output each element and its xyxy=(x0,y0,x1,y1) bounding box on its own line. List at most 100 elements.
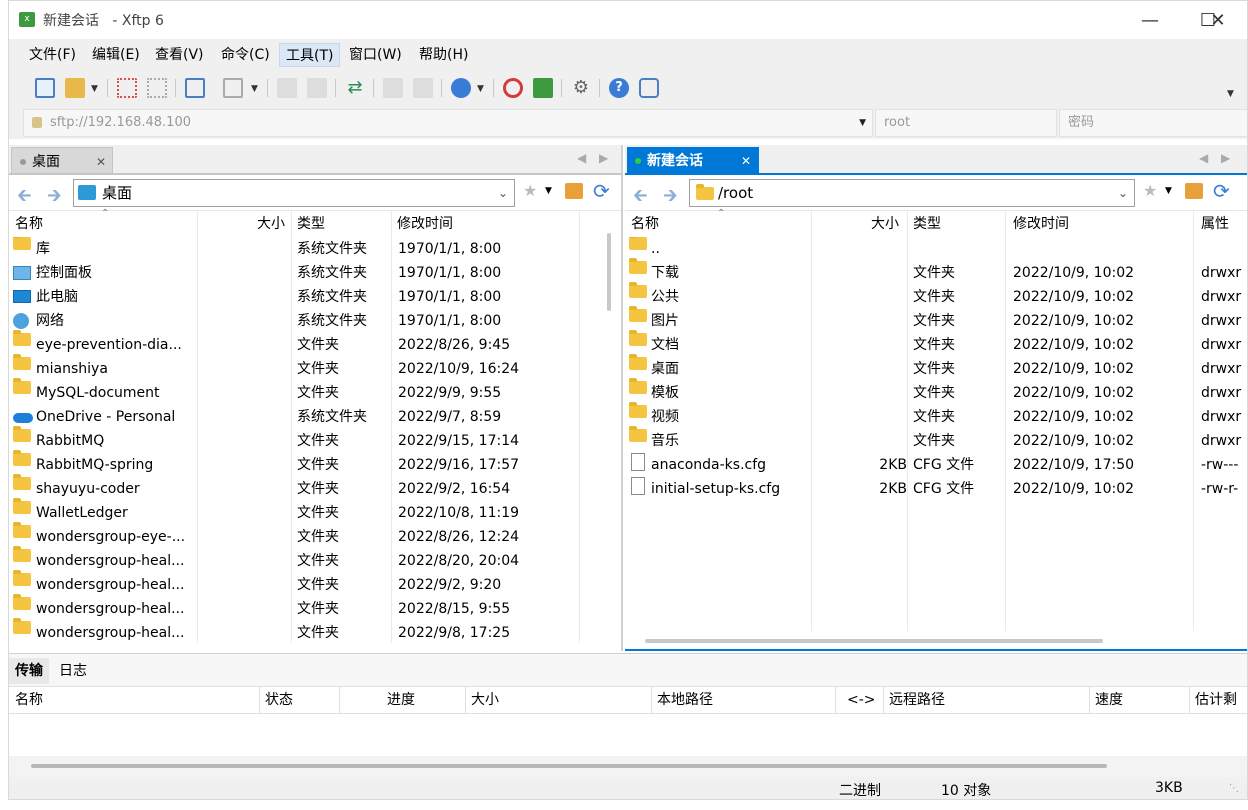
star-icon[interactable]: ★ xyxy=(523,181,537,200)
list-item[interactable]: anaconda-ks.cfg 2KB CFG 文件 2022/10/9, 17:50… xyxy=(625,453,1247,477)
view-icon[interactable] xyxy=(223,78,243,98)
list-item[interactable]: 控制面板 系统文件夹 1970/1/1, 8:00 xyxy=(9,261,609,285)
back-arrow-icon[interactable]: 🡰 xyxy=(633,183,648,213)
tab-log[interactable]: 日志 xyxy=(53,658,93,684)
tab-scroll-right-icon[interactable]: ▶ xyxy=(599,151,608,165)
gear-icon[interactable]: ⚙ xyxy=(571,78,591,98)
list-item[interactable]: 视频 文件夹 2022/10/9, 10:02 drwxr xyxy=(625,402,1247,429)
col-status[interactable]: 状态 xyxy=(265,687,293,713)
connect-icon[interactable] xyxy=(117,78,137,98)
col-mtime[interactable]: 修改时间 xyxy=(397,211,453,237)
copy-icon[interactable] xyxy=(277,78,297,98)
tab-scroll-left-icon[interactable]: ◀ xyxy=(577,151,586,165)
tab-desktop[interactable]: 桌面 ✕ xyxy=(11,147,113,175)
tab-scroll-right-icon[interactable]: ▶ xyxy=(1221,151,1230,165)
username-input[interactable]: root xyxy=(875,109,1057,137)
chevron-down-icon[interactable]: ▼ xyxy=(545,186,552,196)
transfer-hscrollbar-thumb[interactable] xyxy=(31,764,1107,768)
list-item[interactable]: WalletLedger 文件夹 2022/10/8, 11:19 xyxy=(9,498,609,525)
home-icon[interactable] xyxy=(1185,183,1203,199)
col-size[interactable]: 大小 xyxy=(471,687,499,713)
globe-icon[interactable] xyxy=(451,78,471,98)
col-eta[interactable]: 估计剩 xyxy=(1195,687,1237,713)
toolbar-overflow-icon[interactable]: ▼ xyxy=(1227,89,1234,99)
tab-new-session[interactable]: 新建会话 ✕ xyxy=(627,147,759,175)
transfer-icon[interactable]: ⇄ xyxy=(345,78,365,98)
refresh-icon[interactable]: ⟳ xyxy=(1213,179,1230,203)
list-item[interactable]: 下载 文件夹 2022/10/9, 10:02 drwxr xyxy=(625,258,1247,285)
menu-window[interactable]: 窗口(W) xyxy=(343,43,408,67)
list-item[interactable]: 库 系统文件夹 1970/1/1, 8:00 xyxy=(9,237,609,261)
list-item[interactable]: wondersgroup-heal... 文件夹 2022/8/15, 9:55 xyxy=(9,594,609,621)
list-item[interactable]: 公共 文件夹 2022/10/9, 10:02 drwxr xyxy=(625,282,1247,309)
col-remote-path[interactable]: 远程路径 xyxy=(889,687,945,713)
minimize-button[interactable]: — xyxy=(1121,1,1179,39)
col-name[interactable]: 名称 xyxy=(15,687,43,713)
col-progress[interactable]: 进度 xyxy=(387,687,415,713)
forward-arrow-icon[interactable]: 🡲 xyxy=(47,183,62,213)
list-item[interactable]: 模板 文件夹 2022/10/9, 10:02 drwxr xyxy=(625,378,1247,405)
list-item[interactable]: eye-prevention-dia... 文件夹 2022/8/26, 9:45 xyxy=(9,330,609,357)
paste-icon[interactable] xyxy=(307,78,327,98)
close-icon[interactable]: ✕ xyxy=(96,148,106,176)
list-item[interactable]: 桌面 文件夹 2022/10/9, 10:02 drwxr xyxy=(625,354,1247,381)
menu-help[interactable]: 帮助(H) xyxy=(413,43,474,67)
xftp-icon[interactable] xyxy=(533,78,553,98)
chevron-down-icon[interactable]: ▼ xyxy=(859,110,866,136)
new-session-icon[interactable] xyxy=(35,78,55,98)
list-item[interactable]: initial-setup-ks.cfg 2KB CFG 文件 2022/10/9, … xyxy=(625,477,1247,501)
menu-view[interactable]: 查看(V) xyxy=(149,43,210,67)
host-input[interactable]: sftp://192.168.48.100 ▼ xyxy=(23,109,873,137)
list-item[interactable]: MySQL-document 文件夹 2022/9/9, 9:55 xyxy=(9,378,609,405)
list-item[interactable]: 音乐 文件夹 2022/10/9, 10:02 drwxr xyxy=(625,426,1247,453)
list-item[interactable]: RabbitMQ 文件夹 2022/9/15, 17:14 xyxy=(9,426,609,453)
xshell-icon[interactable] xyxy=(503,78,523,98)
col-name[interactable]: 名称 xyxy=(15,211,43,237)
upload-icon[interactable] xyxy=(383,78,403,98)
refresh-icon[interactable]: ⟳ xyxy=(593,179,610,203)
back-arrow-icon[interactable]: 🡰 xyxy=(17,183,32,213)
password-input[interactable]: 密码 xyxy=(1059,109,1247,137)
col-direction[interactable]: <-> xyxy=(847,687,876,713)
list-item[interactable]: 网络 系统文件夹 1970/1/1, 8:00 xyxy=(9,309,609,333)
chevron-down-icon[interactable]: ▼ xyxy=(251,84,258,94)
menu-file[interactable]: 文件(F) xyxy=(23,43,82,67)
close-button[interactable]: ✕ xyxy=(1189,1,1247,39)
left-scrollbar-thumb[interactable] xyxy=(607,233,611,311)
list-item[interactable]: wondersgroup-heal... 文件夹 2022/8/20, 20:04 xyxy=(9,546,609,573)
forward-arrow-icon[interactable]: 🡲 xyxy=(663,183,678,213)
menu-tools[interactable]: 工具(T) xyxy=(279,43,341,67)
tab-transfer[interactable]: 传输 xyxy=(9,658,49,684)
download-icon[interactable] xyxy=(413,78,433,98)
close-icon[interactable]: ✕ xyxy=(741,147,751,175)
new-window-icon[interactable] xyxy=(185,78,205,98)
col-attr[interactable]: 属性 xyxy=(1201,211,1229,237)
col-mtime[interactable]: 修改时间 xyxy=(1013,211,1069,237)
disconnect-icon[interactable] xyxy=(147,78,167,98)
col-local-path[interactable]: 本地路径 xyxy=(657,687,713,713)
chevron-down-icon[interactable]: ▼ xyxy=(477,84,484,94)
open-session-icon[interactable] xyxy=(65,78,85,98)
col-type[interactable]: 类型 xyxy=(913,211,941,237)
menu-edit[interactable]: 编辑(E) xyxy=(86,43,146,67)
list-item[interactable]: 文档 文件夹 2022/10/9, 10:02 drwxr xyxy=(625,330,1247,357)
home-icon[interactable] xyxy=(565,183,583,199)
col-type[interactable]: 类型 xyxy=(297,211,325,237)
left-path-input[interactable]: 桌面 ⌄ xyxy=(73,179,515,207)
col-size[interactable]: 大小 xyxy=(257,211,285,237)
list-item[interactable]: 图片 文件夹 2022/10/9, 10:02 drwxr xyxy=(625,306,1247,333)
list-item[interactable]: wondersgroup-heal... 文件夹 2022/9/8, 17:25 xyxy=(9,618,609,645)
list-item[interactable]: 此电脑 系统文件夹 1970/1/1, 8:00 xyxy=(9,285,609,309)
list-item[interactable]: mianshiya 文件夹 2022/10/9, 16:24 xyxy=(9,354,609,381)
star-icon[interactable]: ★ xyxy=(1143,181,1157,200)
col-size[interactable]: 大小 xyxy=(871,211,899,237)
col-name[interactable]: 名称 xyxy=(631,211,659,237)
list-item[interactable]: wondersgroup-eye-... 文件夹 2022/8/26, 12:24 xyxy=(9,522,609,549)
chevron-down-icon[interactable]: ▼ xyxy=(1165,186,1172,196)
chevron-down-icon[interactable]: ▼ xyxy=(91,84,98,94)
chat-icon[interactable] xyxy=(639,78,659,98)
menu-command[interactable]: 命令(C) xyxy=(215,43,276,67)
list-item[interactable]: .. xyxy=(625,237,1247,261)
help-icon[interactable]: ? xyxy=(609,78,629,98)
chevron-down-icon[interactable]: ⌄ xyxy=(498,180,508,206)
